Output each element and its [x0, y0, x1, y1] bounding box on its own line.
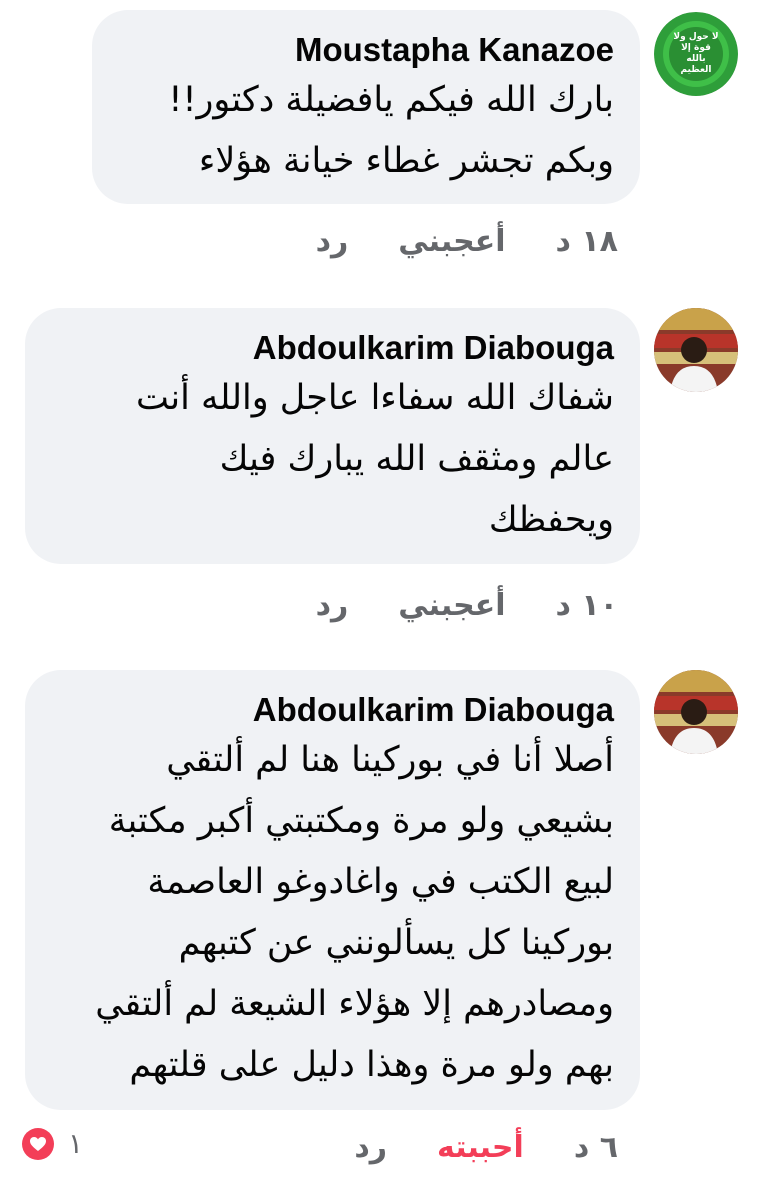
avatar-moustapha[interactable]: لا حول ولا قوة إلا بالله العظيم — [654, 12, 738, 96]
comment-time[interactable]: ١٠ د — [556, 588, 618, 623]
comment-time[interactable]: ٦ د — [574, 1130, 618, 1165]
avatar-image — [654, 670, 738, 754]
avatar-image — [654, 308, 738, 392]
heart-icon — [22, 1127, 54, 1160]
comment-text: شفاك الله سفاءا عاجل والله أنت عالم ومثق… — [136, 378, 614, 540]
comment-bubble: Abdoulkarim Diabouga أصلا أنا في بوركينا… — [25, 670, 640, 1110]
comment-bubble: Moustapha Kanazoe بارك الله فيكم يافضيلة… — [92, 10, 640, 204]
reaction-count: ١ — [68, 1127, 84, 1160]
comment-actions: ٦ د أحببته رد — [354, 1130, 618, 1165]
reply-button[interactable]: رد — [316, 224, 349, 259]
avatar-abdoulkarim[interactable] — [654, 308, 738, 392]
comment-bubble: Abdoulkarim Diabouga شفاك الله سفاءا عاج… — [25, 308, 640, 564]
comment-author[interactable]: Moustapha Kanazoe — [118, 30, 614, 70]
comment-text: أصلا أنا في بوركينا هنا لم ألتقي بشيعي و… — [95, 740, 614, 1085]
comment-actions: ١٨ د أعجبني رد — [316, 224, 618, 259]
avatar-abdoulkarim[interactable] — [654, 670, 738, 754]
like-button[interactable]: أعجبني — [398, 224, 505, 259]
like-button[interactable]: أعجبني — [398, 588, 505, 623]
reply-button[interactable]: رد — [354, 1130, 387, 1165]
avatar-lettering: لا حول ولا قوة إلا بالله العظيم — [673, 32, 719, 75]
comment-text: بارك الله فيكم يافضيلة دكتور!! وبكم تجشر… — [168, 80, 614, 181]
comment-actions: ١٠ د أعجبني رد — [316, 588, 618, 623]
reply-button[interactable]: رد — [316, 588, 349, 623]
comment-author[interactable]: Abdoulkarim Diabouga — [51, 328, 614, 368]
comment-author[interactable]: Abdoulkarim Diabouga — [51, 690, 614, 730]
comment-time[interactable]: ١٨ د — [556, 224, 618, 259]
love-button[interactable]: أحببته — [437, 1130, 524, 1165]
reaction-summary[interactable]: ١ — [22, 1127, 83, 1160]
